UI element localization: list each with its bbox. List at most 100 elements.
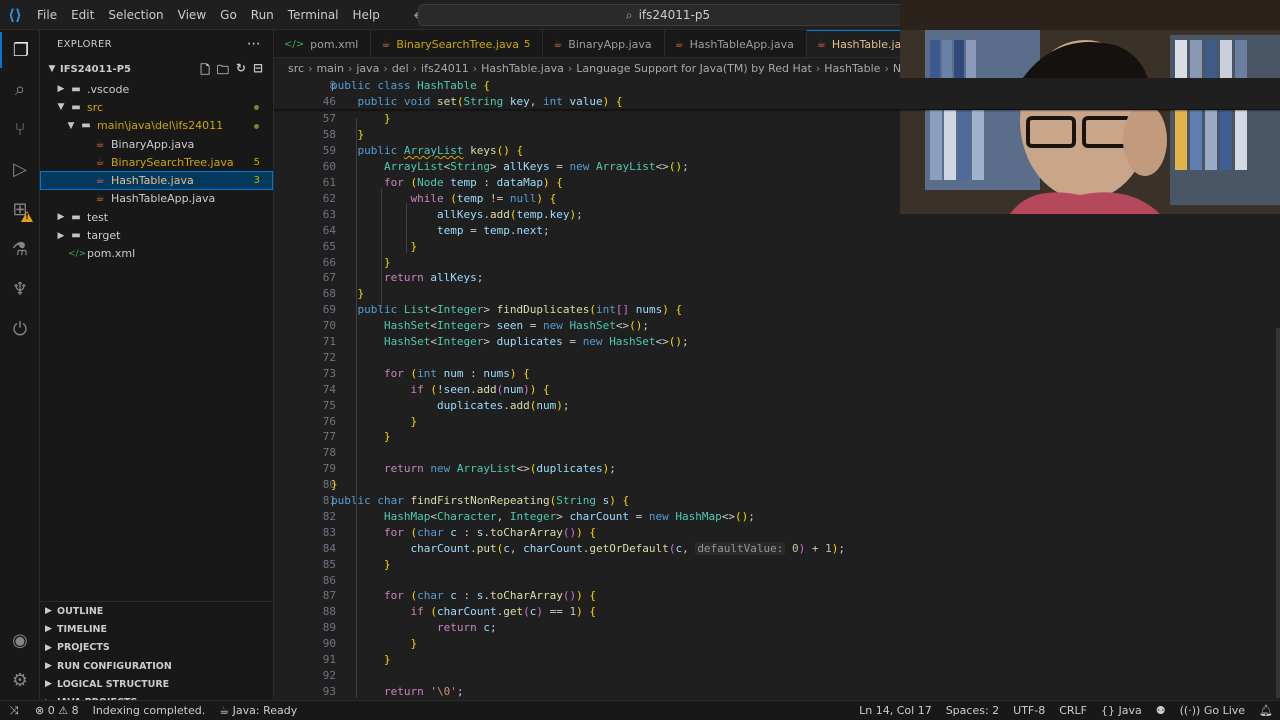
breadcrumb-item[interactable]: Nod <box>893 62 900 75</box>
code-line[interactable]: 92 <box>274 668 1280 684</box>
extensions-icon[interactable]: ⊞! <box>0 191 40 227</box>
code-line[interactable]: 87 for (char c : s.toCharArray()) { <box>274 588 1280 604</box>
workspace-root[interactable]: ▼ IFS24011-P5 🗋 🗀 ↻ ⊟ <box>40 58 273 80</box>
code-line[interactable]: 88 if (charCount.get(c) == 1) { <box>274 604 1280 620</box>
tab-binarysearchtree-java[interactable]: ☕ BinarySearchTree.java 5 <box>371 30 544 57</box>
folder-icon: ▬ <box>71 230 81 242</box>
code-line[interactable]: 84 charCount.put(c, charCount.getOrDefau… <box>274 540 1280 556</box>
code-line[interactable]: 74 if (!seen.add(num)) { <box>274 381 1280 397</box>
new-file-icon[interactable]: 🗋 <box>200 61 210 82</box>
code-line[interactable]: 81 public char findFirstNonRepeating(Stri… <box>274 493 1280 509</box>
menu-item-help[interactable]: Help <box>346 0 387 30</box>
more-actions-icon[interactable]: ⋯ <box>247 36 261 52</box>
indentation[interactable]: Spaces: 2 <box>939 704 1006 717</box>
copilot-icon[interactable]: ⚉ <box>1149 704 1173 717</box>
code-line[interactable]: 79 return new ArrayList<>(duplicates); <box>274 461 1280 477</box>
code-line[interactable]: 82 HashMap<Character, Integer> charCount… <box>274 509 1280 525</box>
tree-item[interactable]: ☕ BinaryApp.java <box>40 135 273 153</box>
panel-logical-structure[interactable]: ▶ LOGICAL STRUCTURE <box>40 675 274 693</box>
breadcrumb-item[interactable]: main <box>316 62 343 75</box>
go-live-button[interactable]: ((·)) Go Live <box>1173 704 1252 717</box>
power-icon[interactable]: ⏻ <box>0 311 40 347</box>
code-line[interactable]: 78 <box>274 445 1280 461</box>
tab-hashtable-java[interactable]: ☕ HashTable.java <box>806 30 900 57</box>
code-line[interactable]: 73 for (int num : nums) { <box>274 365 1280 381</box>
language-mode[interactable]: {} Java <box>1094 704 1149 717</box>
code-line[interactable]: 90 } <box>274 636 1280 652</box>
tab-hashtableapp-java[interactable]: ☕ HashTableApp.java <box>665 30 807 57</box>
code-line[interactable]: 66 } <box>274 254 1280 270</box>
command-center-search[interactable]: ⌕ ifs24011-p5 <box>418 4 918 26</box>
tree-item[interactable]: ☕ HashTable.java 3 <box>40 171 273 190</box>
panel-run-configuration[interactable]: ▶ RUN CONFIGURATION <box>40 657 274 675</box>
code-line[interactable]: 77 } <box>274 429 1280 445</box>
source-control-icon[interactable]: ⑂ <box>0 111 40 147</box>
testing-icon[interactable]: ⚗ <box>0 231 40 267</box>
code-line[interactable]: 76 } <box>274 413 1280 429</box>
new-folder-icon[interactable]: 🗀 <box>217 61 229 82</box>
problems-indicator[interactable]: ⊗ 0 ⚠ 8 <box>28 704 86 717</box>
code-line[interactable]: 80} <box>274 477 1280 493</box>
breadcrumb-item[interactable]: ifs24011 <box>421 62 469 75</box>
code-line[interactable]: 86 <box>274 572 1280 588</box>
menu-item-terminal[interactable]: Terminal <box>281 0 346 30</box>
breadcrumb-item[interactable]: del <box>392 62 409 75</box>
code-line[interactable]: 70 HashSet<Integer> seen = new HashSet<>… <box>274 318 1280 334</box>
menu-item-edit[interactable]: Edit <box>64 0 101 30</box>
code-line[interactable]: 85 } <box>274 556 1280 572</box>
tree-item[interactable]: ▼ ▬ src <box>40 98 273 116</box>
python-icon[interactable]: ♆ <box>0 271 40 307</box>
indexing-status[interactable]: Indexing completed. <box>86 704 213 717</box>
panel-projects[interactable]: ▶ PROJECTS <box>40 639 274 657</box>
tree-item[interactable]: ☕ HashTableApp.java <box>40 190 273 208</box>
sticky-scroll-line[interactable]: 46 public void set(String key, int value… <box>274 93 1280 110</box>
code-line[interactable]: 89 return c; <box>274 620 1280 636</box>
code-line[interactable]: 65 } <box>274 238 1280 254</box>
settings-gear-icon[interactable]: ⚙ <box>0 662 40 698</box>
notifications-bell-icon[interactable]: 🔔︎ <box>1252 704 1280 717</box>
remote-indicator-icon[interactable]: ⤨ <box>0 704 28 718</box>
menu-item-selection[interactable]: Selection <box>101 0 170 30</box>
breadcrumb-item[interactable]: java <box>356 62 379 75</box>
tree-item[interactable]: ▼ ▬ main\java\del\ifs24011 <box>40 117 273 135</box>
breadcrumb-item[interactable]: Language Support for Java(TM) by Red Hat <box>576 62 812 75</box>
tab-pom-xml[interactable]: </> pom.xml <box>274 30 372 57</box>
panel-timeline[interactable]: ▶ TIMELINE <box>40 620 274 638</box>
collapse-all-icon[interactable]: ⊟ <box>253 61 263 82</box>
java-status[interactable]: ☕ Java: Ready <box>212 704 304 717</box>
account-icon[interactable]: ◉ <box>0 622 40 658</box>
breadcrumb-item[interactable]: HashTable <box>824 62 880 75</box>
search-activity-icon[interactable]: ⌕ <box>0 71 40 107</box>
warning-badge-icon: ! <box>21 211 33 222</box>
code-line[interactable]: 67 return allKeys; <box>274 270 1280 286</box>
code-line[interactable]: 83 for (char c : s.toCharArray()) { <box>274 524 1280 540</box>
run-debug-icon[interactable]: ▷ <box>0 151 40 187</box>
end-of-line[interactable]: CRLF <box>1052 704 1094 717</box>
menu-item-view[interactable]: View <box>171 0 213 30</box>
code-line[interactable]: 75 duplicates.add(num); <box>274 397 1280 413</box>
panel-outline[interactable]: ▶ OUTLINE <box>40 602 274 620</box>
tab-binaryapp-java[interactable]: ☕ BinaryApp.java <box>543 30 665 57</box>
breadcrumb-item[interactable]: src <box>288 62 304 75</box>
code-line[interactable]: 69 public List<Integer> findDuplicates(i… <box>274 302 1280 318</box>
sticky-scroll-line[interactable]: 8 public class HashTable { <box>274 78 1280 94</box>
code-line[interactable]: 68 } <box>274 286 1280 302</box>
menu-item-run[interactable]: Run <box>244 0 281 30</box>
refresh-icon[interactable]: ↻ <box>236 61 246 82</box>
tree-item[interactable]: ☕ BinarySearchTree.java 5 <box>40 153 273 171</box>
tree-item[interactable]: ▶ ▬ target <box>40 226 273 244</box>
breadcrumb-item[interactable]: HashTable.java <box>481 62 564 75</box>
encoding[interactable]: UTF-8 <box>1006 704 1052 717</box>
tree-item[interactable]: ▶ ▬ .vscode <box>40 80 273 98</box>
code-line[interactable]: 93 return '\0'; <box>274 683 1280 699</box>
code-line[interactable]: 91 } <box>274 652 1280 668</box>
menu-item-file[interactable]: File <box>30 0 64 30</box>
explorer-icon[interactable]: ❐ <box>0 32 40 68</box>
tree-item[interactable]: ▶ ▬ test <box>40 208 273 226</box>
tree-item[interactable]: </> pom.xml <box>40 245 273 263</box>
code-line[interactable]: 72 <box>274 350 1280 366</box>
cursor-position[interactable]: Ln 14, Col 17 <box>852 704 939 717</box>
menu-item-go[interactable]: Go <box>213 0 244 30</box>
code-line[interactable]: 64 temp = temp.next; <box>274 222 1280 238</box>
code-line[interactable]: 71 HashSet<Integer> duplicates = new Has… <box>274 334 1280 350</box>
